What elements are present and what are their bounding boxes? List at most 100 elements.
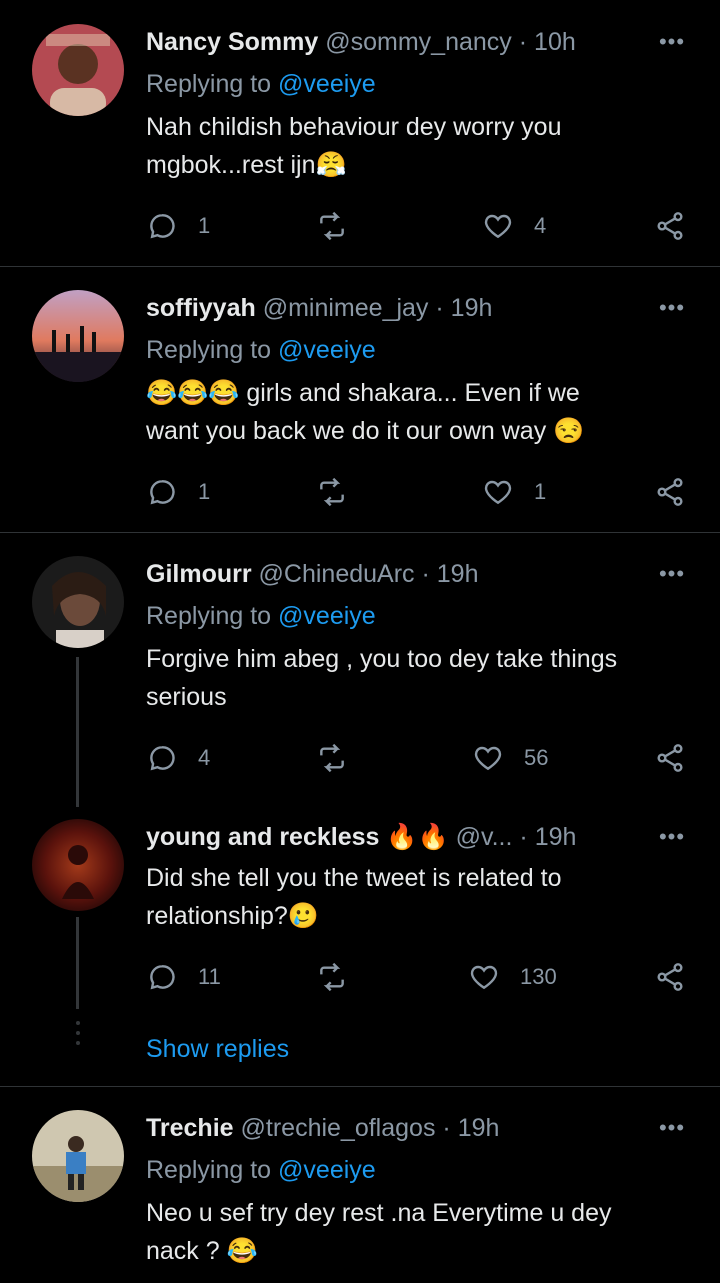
separator-dot: ·	[442, 1114, 451, 1142]
retweet-button[interactable]	[316, 474, 368, 510]
action-bar: 1 1	[146, 474, 692, 510]
separator-dot: ·	[421, 560, 430, 588]
like-count: 1	[534, 479, 547, 504]
user-handle[interactable]: @trechie_oflagos	[241, 1114, 436, 1142]
action-bar: 1 4	[146, 208, 692, 244]
like-count: 56	[524, 745, 549, 770]
thread-line	[76, 917, 79, 1009]
reply-icon	[150, 746, 175, 771]
replying-to-label: Replying to	[146, 602, 279, 630]
tweet-header: Gilmourr @ChineduArc · 19h	[146, 558, 640, 590]
replying-to-label: Replying to	[146, 70, 279, 98]
timestamp[interactable]: 19h	[458, 1114, 500, 1142]
tweet-text-line: want you back we do it our own way 😒	[146, 417, 585, 445]
separator-dot: ·	[435, 294, 444, 322]
like-button[interactable]: 56	[472, 740, 548, 776]
share-icon	[657, 212, 683, 240]
mention-link[interactable]: @veeiye	[278, 602, 376, 630]
reply-button[interactable]: 1	[146, 208, 210, 244]
tweet-trechie[interactable]: Trechie @trechie_oflagos · 19h ••• Reply…	[0, 1087, 720, 1283]
like-button[interactable]: 1	[482, 474, 546, 510]
replying-to-label: Replying to	[146, 336, 279, 364]
tweet-text: Nah childish behaviour dey worry you mgb…	[146, 108, 686, 184]
more-options-icon[interactable]: •••	[652, 297, 692, 326]
mention-link[interactable]: @veeiye	[278, 70, 376, 98]
replying-to: Replying to @veeiye	[146, 1154, 376, 1186]
reply-count: 1	[198, 479, 211, 504]
like-count: 130	[520, 964, 557, 989]
show-replies-link[interactable]: Show replies	[146, 1035, 289, 1064]
replying-to-label: Replying to	[146, 1156, 279, 1184]
display-name[interactable]: young and reckless 🔥🔥	[146, 823, 449, 851]
reply-icon	[150, 965, 175, 990]
reply-button[interactable]: 1	[146, 474, 210, 510]
display-name[interactable]: Nancy Sommy	[146, 28, 318, 56]
tweet-text-line: nack ? 😂	[146, 1237, 258, 1265]
separator-dot: ·	[519, 823, 528, 851]
heart-icon	[484, 480, 512, 505]
tweet-text-line: Did she tell you the tweet is related to	[146, 864, 562, 892]
display-name[interactable]: Trechie	[146, 1114, 234, 1142]
more-options-icon[interactable]: •••	[652, 563, 692, 592]
retweet-icon	[320, 477, 344, 507]
reply-count: 1	[198, 213, 211, 238]
like-button[interactable]: 130	[468, 959, 557, 995]
retweet-button[interactable]	[316, 959, 368, 995]
replying-to: Replying to @veeiye	[146, 600, 376, 632]
timestamp[interactable]: 10h	[534, 28, 576, 56]
avatar[interactable]	[32, 556, 124, 648]
heart-icon	[484, 214, 512, 239]
tweet-text-line: Neo u sef try dey rest .na Everytime u d…	[146, 1199, 612, 1227]
mention-link[interactable]: @veeiye	[278, 1156, 376, 1184]
tweet-header: Nancy Sommy @sommy_nancy · 10h	[146, 26, 640, 58]
tweet-text: 😂😂😂 girls and shakara... Even if we want…	[146, 374, 686, 450]
display-name[interactable]: Gilmourr	[146, 560, 252, 588]
separator-dot: ·	[518, 28, 528, 56]
tweet-text-line: serious	[146, 683, 227, 711]
tweet-header: young and reckless 🔥🔥 @v... · 19h	[146, 821, 640, 853]
reply-button[interactable]: 4	[146, 740, 210, 776]
like-button[interactable]: 4	[482, 208, 546, 244]
avatar[interactable]	[32, 1110, 124, 1202]
tweet-young-and-reckless[interactable]: young and reckless 🔥🔥 @v... · 19h ••• Di…	[0, 815, 720, 1083]
avatar[interactable]	[32, 290, 124, 382]
action-bar: 11 130	[146, 959, 692, 995]
tweet-nancy[interactable]: Nancy Sommy @sommy_nancy · 10h ••• Reply…	[0, 0, 720, 266]
tweet-gilmourr[interactable]: Gilmourr @ChineduArc · 19h ••• Replying …	[0, 533, 720, 807]
timestamp[interactable]: 19h	[437, 560, 479, 588]
more-options-icon[interactable]: •••	[652, 1117, 692, 1146]
avatar[interactable]	[32, 819, 124, 911]
mention-link[interactable]: @veeiye	[278, 336, 376, 364]
user-handle[interactable]: @v...	[456, 823, 513, 851]
user-handle[interactable]: @minimee_jay	[263, 294, 429, 322]
timestamp[interactable]: 19h	[535, 823, 577, 851]
heart-icon	[470, 965, 498, 990]
tweet-text: Neo u sef try dey rest .na Everytime u d…	[146, 1194, 686, 1270]
tweet-text-line: Nah childish behaviour dey worry you	[146, 113, 562, 141]
tweet-text-line: relationship?🥲	[146, 902, 319, 930]
retweet-button[interactable]	[316, 208, 368, 244]
timestamp[interactable]: 19h	[451, 294, 493, 322]
share-button[interactable]	[654, 208, 686, 244]
user-handle[interactable]: @sommy_nancy	[325, 28, 512, 56]
retweet-icon	[320, 743, 344, 773]
replying-to: Replying to @veeiye	[146, 334, 376, 366]
display-name[interactable]: soffiyyah	[146, 294, 256, 322]
tweet-text: Did she tell you the tweet is related to…	[146, 859, 686, 935]
share-button[interactable]	[654, 474, 686, 510]
retweet-icon	[320, 962, 344, 992]
tweet-soffiyyah[interactable]: soffiyyah @minimee_jay · 19h ••• Replyin…	[0, 267, 720, 532]
reply-button[interactable]: 11	[146, 959, 221, 995]
share-button[interactable]	[654, 740, 686, 776]
thread-line	[76, 657, 79, 807]
reply-count: 4	[198, 745, 211, 770]
user-handle[interactable]: @ChineduArc	[259, 560, 415, 588]
retweet-button[interactable]	[316, 740, 368, 776]
avatar[interactable]	[32, 24, 124, 116]
share-button[interactable]	[654, 959, 686, 995]
share-icon	[657, 744, 683, 772]
thread-dots	[74, 1021, 82, 1051]
more-options-icon[interactable]: •••	[652, 31, 692, 60]
share-icon	[657, 963, 683, 991]
more-options-icon[interactable]: •••	[652, 826, 692, 855]
